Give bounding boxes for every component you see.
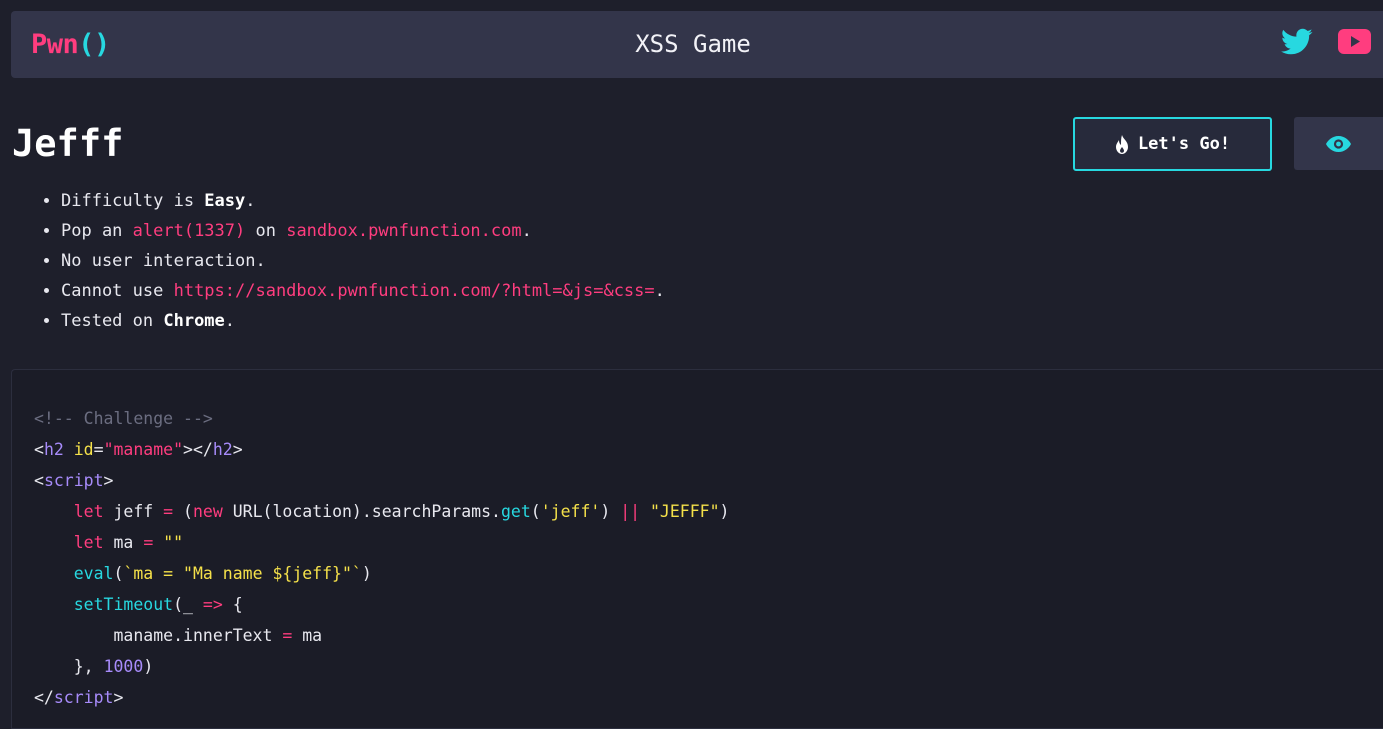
rule-text: .: [521, 221, 532, 241]
code-tag: h2: [212, 440, 233, 459]
code-string: "": [163, 533, 184, 552]
rule-text: Pop an: [61, 221, 133, 241]
code-ident: jeff: [103, 502, 164, 521]
code-ident: ma: [103, 533, 144, 552]
top-navbar: Pwn() XSS Game: [11, 11, 1383, 78]
rule-text: .: [224, 311, 236, 331]
code-keyword: let: [73, 502, 104, 521]
nav-title-text: XSS Game: [635, 30, 751, 58]
browser-name: Chrome: [163, 311, 225, 331]
lets-go-button[interactable]: Let's Go!: [1073, 117, 1272, 171]
code-ident: _: [183, 595, 203, 614]
code-tag: script: [53, 688, 114, 707]
forbidden-url: https://sandbox.pwnfunction.com/?html=&j…: [173, 281, 655, 301]
rule-text: Difficulty is: [61, 191, 205, 211]
code-tag: script: [43, 471, 104, 490]
code-tag: h2: [43, 440, 64, 459]
code-function: get: [500, 502, 531, 521]
code-string: "maname": [103, 440, 184, 459]
code-punct: },: [73, 657, 104, 676]
code-comment: <!-- Challenge -->: [34, 409, 213, 428]
code-string: 'jeff': [540, 502, 601, 521]
alert-code: alert(1337): [132, 221, 246, 241]
youtube-icon[interactable]: [1338, 29, 1371, 54]
rule-text: on: [245, 221, 287, 241]
rule-text: Cannot use: [61, 281, 174, 301]
code-keyword: let: [73, 533, 104, 552]
code-keyword: new: [192, 502, 223, 521]
rule-difficulty: Difficulty is Easy.: [61, 186, 665, 216]
code-function: eval: [73, 564, 114, 583]
rule-goal: Pop an alert(1337) on sandbox.pwnfunctio…: [61, 216, 665, 246]
rules-list: Difficulty is Easy. Pop an alert(1337) o…: [18, 186, 665, 336]
challenge-source-code: <!-- Challenge --> <h2 id="maname"></h2>…: [34, 409, 730, 707]
code-function: setTimeout: [73, 595, 174, 614]
lets-go-label: Let's Go!: [1137, 134, 1231, 154]
rule-browser: Tested on Chrome.: [61, 306, 665, 336]
fire-icon: [1115, 134, 1128, 154]
difficulty-value: Easy: [204, 191, 246, 211]
code-ident: ma: [292, 626, 323, 645]
rule-text: .: [654, 281, 665, 301]
code-string: "JEFFF": [650, 502, 720, 521]
view-solution-button[interactable]: [1294, 117, 1383, 170]
code-operator: ||: [620, 502, 641, 521]
twitter-icon[interactable]: [1281, 28, 1313, 56]
code-ident: maname.innerText: [113, 626, 283, 645]
rule-restriction: Cannot use https://sandbox.pwnfunction.c…: [61, 276, 665, 306]
code-attr: id: [73, 440, 94, 459]
code-number: 1000: [103, 657, 144, 676]
code-ident: URL(location).searchParams.: [222, 502, 501, 521]
sandbox-domain: sandbox.pwnfunction.com: [286, 221, 522, 241]
nav-title: XSS Game: [11, 11, 1383, 78]
rule-no-interaction: No user interaction.: [61, 246, 665, 276]
code-template-string: `ma = "Ma name ${jeff}"`: [123, 564, 362, 583]
challenge-title: Jefff: [12, 122, 124, 165]
code-panel: <!-- Challenge --> <h2 id="maname"></h2>…: [11, 369, 1383, 729]
rule-text: Tested on: [61, 311, 164, 331]
eye-icon: [1326, 135, 1351, 152]
rule-text: .: [245, 191, 256, 211]
code-operator: =>: [202, 595, 223, 614]
